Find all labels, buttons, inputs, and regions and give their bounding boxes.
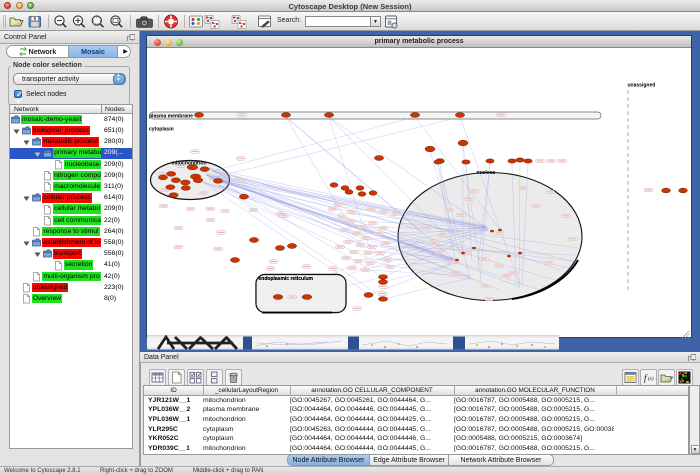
- svg-text:nucleus: nucleus: [477, 170, 496, 176]
- svg-text:plasma membrane: plasma membrane: [149, 114, 193, 120]
- svg-text:mitochondrion: mitochondrion: [172, 160, 207, 166]
- svg-text:unassigned: unassigned: [628, 83, 656, 89]
- svg-text:cytoplasm: cytoplasm: [149, 127, 174, 133]
- svg-text:(x): (x): [648, 377, 654, 382]
- svg-text:endoplasmic reticulum: endoplasmic reticulum: [259, 276, 314, 282]
